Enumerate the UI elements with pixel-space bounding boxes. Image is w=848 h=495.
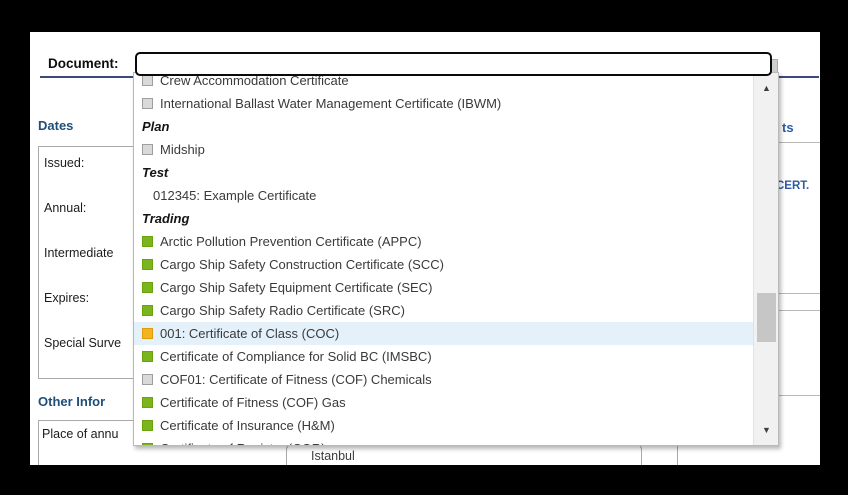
- document-dropdown-list: Crew Accommodation CertificateInternatio…: [133, 72, 779, 446]
- gray-status-square-icon: [142, 75, 153, 86]
- dropdown-item[interactable]: Midship: [134, 138, 753, 161]
- expires-label: Expires:: [44, 291, 89, 305]
- dropdown-item-label: Cargo Ship Safety Radio Certificate (SRC…: [160, 303, 405, 318]
- gray-status-square-icon: [142, 144, 153, 155]
- green-status-square-icon: [142, 236, 153, 247]
- dropdown-item[interactable]: International Ballast Water Management C…: [134, 92, 753, 115]
- document-combobox-input[interactable]: [135, 52, 772, 76]
- dropdown-item[interactable]: Certificate of Compliance for Solid BC (…: [134, 345, 753, 368]
- green-status-square-icon: [142, 351, 153, 362]
- dropdown-item-label: Cargo Ship Safety Equipment Certificate …: [160, 280, 432, 295]
- dropdown-item[interactable]: 012345: Example Certificate: [134, 184, 753, 207]
- green-status-square-icon: [142, 420, 153, 431]
- place-of-annual-input[interactable]: Istanbul: [286, 443, 642, 465]
- dropdown-group-header: Trading: [134, 207, 753, 230]
- dropdown-item-label: International Ballast Water Management C…: [160, 96, 501, 111]
- right-panel-box-border: [778, 310, 820, 311]
- place-of-annual-label: Place of annu: [42, 427, 118, 441]
- dropdown-item-label: Certificate of Registry (COR): [160, 441, 325, 446]
- right-panel-box-border: [778, 293, 820, 294]
- dropdown-item-label: 001: Certificate of Class (COC): [160, 326, 339, 341]
- dropdown-item[interactable]: 001: Certificate of Class (COC): [134, 322, 753, 345]
- intermediate-label: Intermediate: [44, 246, 113, 260]
- dropdown-item[interactable]: Certificate of Registry (COR): [134, 437, 753, 446]
- dropdown-item-label: Certificate of Fitness (COF) Gas: [160, 395, 346, 410]
- right-panel-header-fragment: ts: [782, 120, 794, 135]
- dropdown-item[interactable]: Certificate of Fitness (COF) Gas: [134, 391, 753, 414]
- dropdown-item-label: Test: [142, 165, 168, 180]
- green-status-square-icon: [142, 397, 153, 408]
- dropdown-item[interactable]: Cargo Ship Safety Equipment Certificate …: [134, 276, 753, 299]
- dropdown-item[interactable]: COF01: Certificate of Fitness (COF) Chem…: [134, 368, 753, 391]
- dropdown-item-label: Certificate of Compliance for Solid BC (…: [160, 349, 432, 364]
- issued-label: Issued:: [44, 156, 84, 170]
- dropdown-item-label: Certificate of Insurance (H&M): [160, 418, 335, 433]
- dropdown-item[interactable]: Certificate of Insurance (H&M): [134, 414, 753, 437]
- document-label: Document:: [48, 56, 119, 71]
- right-panel-divider: [778, 142, 820, 143]
- dropdown-scrollbar[interactable]: ▲ ▼: [753, 73, 778, 445]
- scroll-up-icon[interactable]: ▲: [754, 77, 779, 99]
- green-status-square-icon: [142, 443, 153, 446]
- dropdown-rows: Crew Accommodation CertificateInternatio…: [134, 72, 753, 446]
- scroll-down-icon[interactable]: ▼: [754, 419, 779, 441]
- green-status-square-icon: [142, 259, 153, 270]
- dropdown-item-label: 012345: Example Certificate: [153, 188, 316, 203]
- dropdown-item-label: Arctic Pollution Prevention Certificate …: [160, 234, 422, 249]
- green-status-square-icon: [142, 282, 153, 293]
- dropdown-item-label: Plan: [142, 119, 169, 134]
- dropdown-item-label: COF01: Certificate of Fitness (COF) Chem…: [160, 372, 432, 387]
- dropdown-item-label: Cargo Ship Safety Construction Certifica…: [160, 257, 444, 272]
- dropdown-group-header: Plan: [134, 115, 753, 138]
- dropdown-item[interactable]: Cargo Ship Safety Radio Certificate (SRC…: [134, 299, 753, 322]
- annual-label: Annual:: [44, 201, 86, 215]
- certificate-link-fragment[interactable]: CERT.: [776, 180, 809, 192]
- right-panel-box-border: [778, 395, 820, 396]
- special-survey-label: Special Surve: [44, 336, 121, 350]
- gray-status-square-icon: [142, 374, 153, 385]
- dropdown-item-label: Midship: [160, 142, 205, 157]
- screenshot-frame: Dates Issued: Annual: Intermediate Expir…: [0, 0, 848, 495]
- other-information-section-title: Other Infor: [38, 394, 105, 409]
- green-status-square-icon: [142, 305, 153, 316]
- dropdown-item-label: Trading: [142, 211, 189, 226]
- dropdown-group-header: Test: [134, 161, 753, 184]
- certificate-dialog: Dates Issued: Annual: Intermediate Expir…: [30, 32, 820, 465]
- gray-status-square-icon: [142, 98, 153, 109]
- orange-status-square-icon: [142, 328, 153, 339]
- dropdown-item[interactable]: Arctic Pollution Prevention Certificate …: [134, 230, 753, 253]
- dropdown-item[interactable]: Cargo Ship Safety Construction Certifica…: [134, 253, 753, 276]
- dates-section-title: Dates: [38, 118, 73, 133]
- scrollbar-thumb[interactable]: [757, 293, 776, 342]
